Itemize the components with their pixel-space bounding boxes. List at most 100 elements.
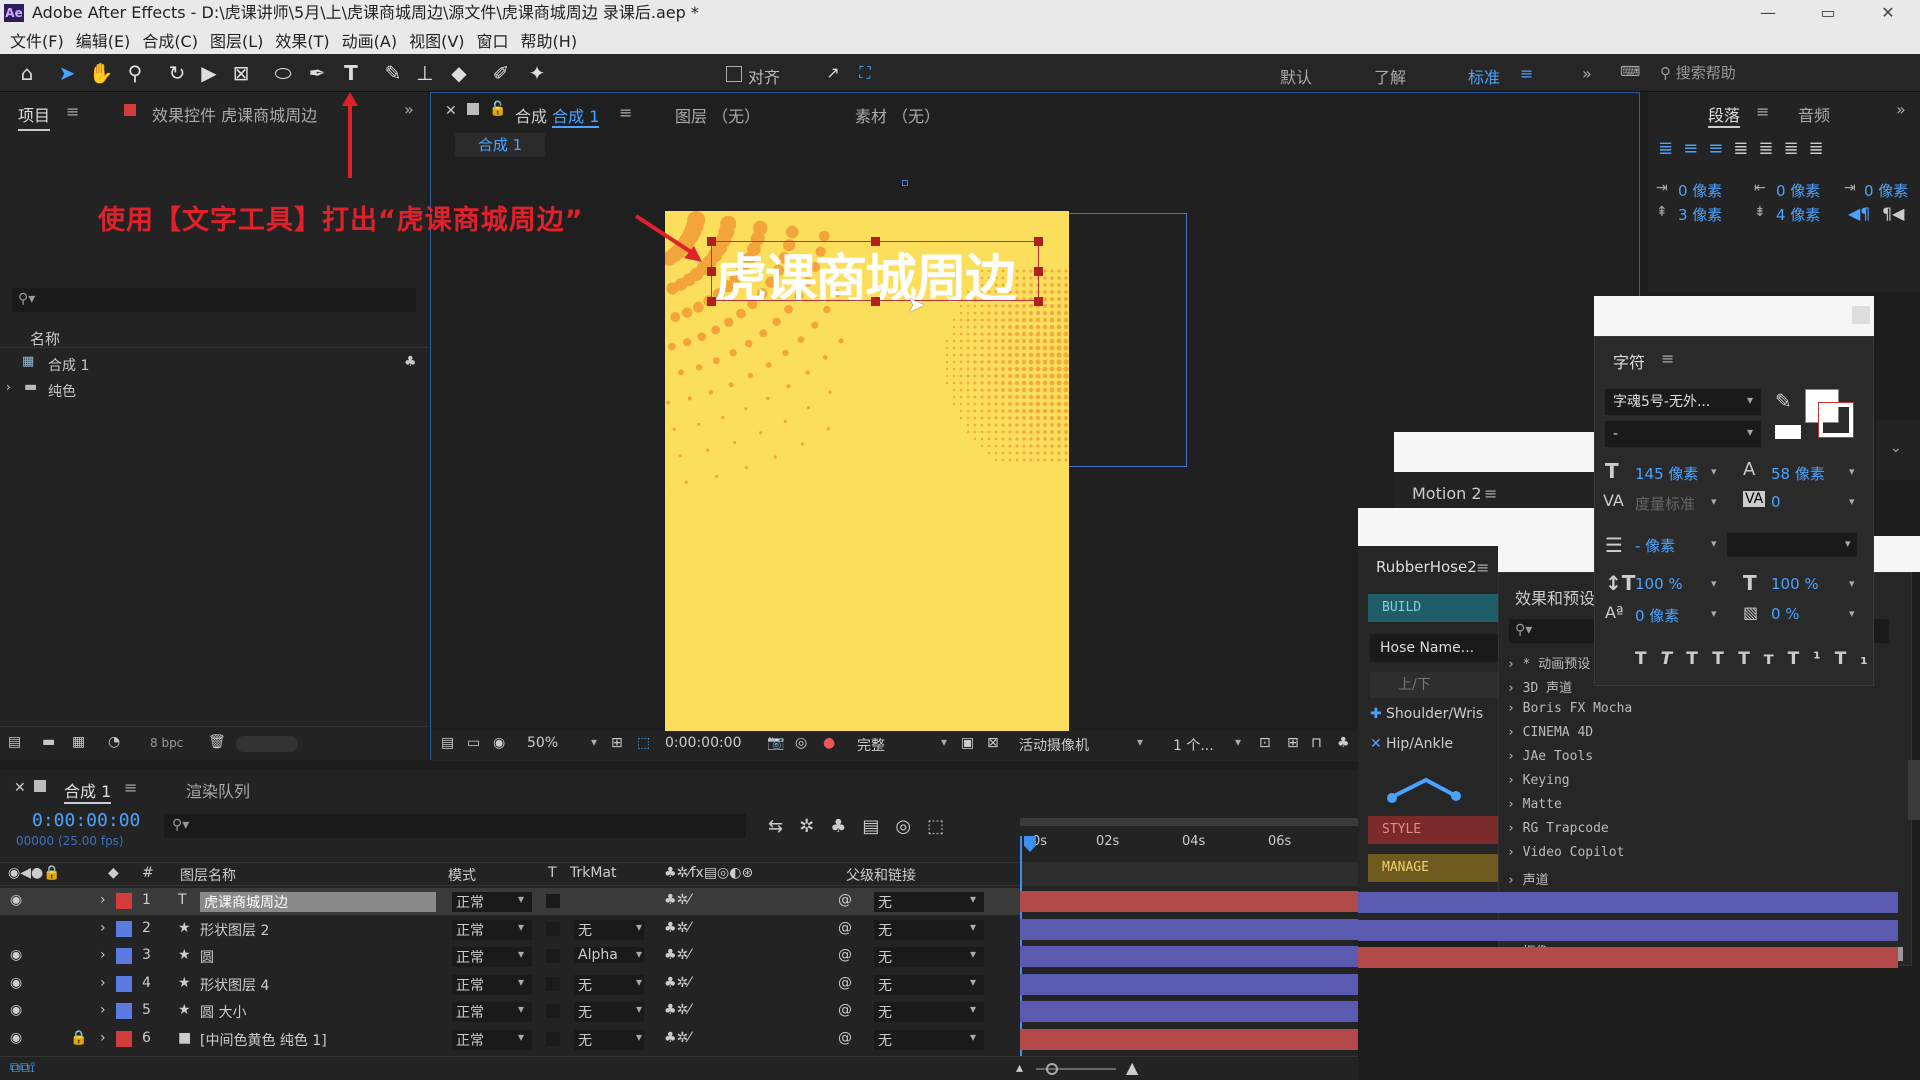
tab-timeline-comp[interactable]: 合成 1 [64,778,112,804]
chevron-down-icon[interactable]: ▾ [518,1030,524,1044]
chevron-down-icon[interactable]: ▾ [636,1002,642,1016]
time-ruler[interactable]: 0s 02s 04s 06s [1020,814,1358,858]
eye-icon[interactable] [10,920,14,936]
x-icon[interactable]: ✕ [1370,736,1382,752]
shoulder-button[interactable]: Shoulder/Wris [1386,706,1510,722]
eyedropper-icon[interactable]: ✎ [1775,389,1792,413]
effects-scrollbar[interactable] [1908,760,1920,820]
layer-duration-bar[interactable] [1358,892,1898,913]
plus-icon[interactable]: ✚ [1370,706,1382,722]
layer-duration-bar[interactable] [1020,946,1358,967]
parent-select[interactable]: 无 [874,1029,984,1050]
zoom-in-icon[interactable]: ▲ [1126,1058,1138,1077]
trkmat-select[interactable]: Alpha [574,947,644,963]
motion-title[interactable]: Motion 2 [1412,484,1482,503]
rubberhose-title[interactable]: RubberHose2 [1376,558,1477,576]
label-swatch[interactable] [116,893,132,909]
column-layer-name[interactable]: 图层名称 [180,865,236,885]
column-trkmat[interactable]: TrkMat [570,865,617,881]
chevron-down-icon[interactable]: ▾ [636,1030,642,1044]
chevron-down-icon[interactable]: ▾ [1849,607,1855,620]
effect-category[interactable]: › 3D 声道 [1507,677,1572,696]
layer-switches[interactable]: ♣✲⁄ [664,1030,691,1046]
parent-select[interactable]: 无 [874,919,984,940]
chevron-right-icon[interactable]: › [1507,701,1523,716]
layer-switches[interactable]: ♣✲⁄ [664,1002,691,1018]
work-area-bar[interactable] [1020,818,1358,826]
layer-switches[interactable]: ♣✲⁄ [664,892,691,908]
effect-category[interactable]: › Matte [1507,797,1562,812]
chevron-down-icon[interactable]: ▾ [970,1002,976,1016]
character-menu-icon[interactable]: ≡ [1661,349,1674,368]
pickwhip-icon[interactable]: @ [838,1002,852,1018]
layer-name[interactable]: [中间色黄色 纯色 1] [200,1030,327,1050]
layer-name[interactable]: 形状图层 2 [200,920,269,940]
preserve-transparency-checkbox[interactable] [546,976,560,991]
stroke-color-swatch[interactable] [1818,402,1854,438]
chevron-right-icon[interactable]: › [100,892,106,908]
table-row[interactable]: ◉ › 1 T 虎课商城周边 正常 ▾ ♣✲⁄ @ 无 ▾ [0,888,1358,915]
chevron-right-icon[interactable]: › [100,947,106,963]
column-mode[interactable]: 模式 [448,865,476,885]
build-section[interactable]: BUILD [1368,594,1510,622]
preserve-transparency-checkbox[interactable] [546,1031,560,1046]
chevron-down-icon[interactable]: ▾ [1711,577,1717,590]
table-row[interactable]: ◉ › 4 ★ 形状图层 4 正常 ▾ 无 ▾ ♣✲⁄ @ 无 ▾ [0,971,1358,998]
chevron-down-icon[interactable]: ▾ [1747,393,1753,407]
effect-category[interactable]: › 声道 [1507,869,1549,888]
style-section[interactable]: STYLE [1368,816,1510,844]
font-size-value[interactable]: 145 像素 [1635,463,1698,484]
table-row[interactable]: ◉ › 3 ★ 圆正常 ▾ Alpha ▾ ♣✲⁄ @ 无 ▾ [0,943,1358,970]
pickwhip-icon[interactable]: @ [838,920,852,936]
chevron-right-icon[interactable]: › [1507,773,1523,788]
hose-name-input[interactable]: Hose Name... [1370,634,1510,662]
swap-color-icon[interactable] [1775,425,1801,439]
align-buttons[interactable]: ≣≡≡≣≣≣≣ [1658,138,1834,159]
chevron-down-icon[interactable]: ▾ [970,1030,976,1044]
parent-select[interactable]: 无 [874,892,984,912]
baseline-shift-value[interactable]: 0 像素 [1635,605,1679,626]
layer-name[interactable]: 形状图层 4 [200,975,269,995]
layer-duration-bar[interactable] [1020,1001,1358,1022]
eye-icon[interactable]: ◉ [10,892,22,908]
preserve-transparency-checkbox[interactable] [546,949,560,963]
column-t[interactable]: T [548,865,557,881]
preserve-transparency-checkbox[interactable] [546,921,560,936]
label-swatch[interactable] [116,948,132,964]
chevron-down-icon[interactable]: ▾ [1845,537,1851,550]
preserve-transparency-checkbox[interactable] [546,1004,560,1018]
effect-category[interactable]: › Boris FX Mocha [1507,701,1632,716]
chevron-down-icon[interactable]: ▾ [636,947,642,961]
chevron-down-icon[interactable]: ▾ [970,975,976,989]
motion-menu-icon[interactable]: ≡ [1484,484,1497,503]
chevron-right-icon[interactable]: › [1507,725,1523,740]
chevron-down-icon[interactable]: ▾ [1849,577,1855,590]
stroke-type-select[interactable] [1727,533,1857,557]
eye-icon[interactable]: ◉ [10,947,22,963]
chevron-right-icon[interactable]: › [1507,681,1523,696]
space-before-value[interactable]: 3 像素 [1678,204,1722,225]
label-icon[interactable]: ◆ [108,865,119,881]
chevron-down-icon[interactable]: ▾ [518,892,524,906]
timeline-switches[interactable]: ⇆✲♣▤◎⬚ [768,816,960,837]
vertical-scale-value[interactable]: 100 % [1635,575,1683,593]
text-style-buttons[interactable]: TTTTTтT¹T₁ [1635,649,1882,669]
effect-category[interactable]: › RG Trapcode [1507,821,1609,836]
rtl-icon[interactable]: ¶◀ [1882,204,1904,223]
chevron-right-icon[interactable]: › [100,920,106,936]
chevron-down-icon[interactable]: ▾ [970,947,976,961]
space-after-value[interactable]: 4 像素 [1776,204,1820,225]
effect-category[interactable]: › Keying [1507,773,1570,788]
chevron-down-icon[interactable]: ▾ [1849,495,1855,508]
label-swatch[interactable] [116,920,132,937]
lock-icon[interactable]: 🔒 [70,1030,87,1046]
trkmat-select[interactable]: 无 [574,1029,644,1050]
pickwhip-icon[interactable]: @ [838,1030,852,1046]
table-row[interactable]: ◉ 🔒 › 6 ■ [中间色黄色 纯色 1] 正常 ▾ 无 ▾ ♣✲⁄ @ 无 ▾ [0,1026,1358,1053]
layer-duration-bar[interactable] [1020,891,1358,912]
label-swatch[interactable] [116,975,132,992]
zoom-slider-thumb[interactable] [1046,1063,1058,1075]
character-title[interactable]: 字符 [1613,349,1645,373]
label-swatch[interactable] [116,1003,132,1019]
chevron-down-icon[interactable]: ▾ [970,920,976,934]
